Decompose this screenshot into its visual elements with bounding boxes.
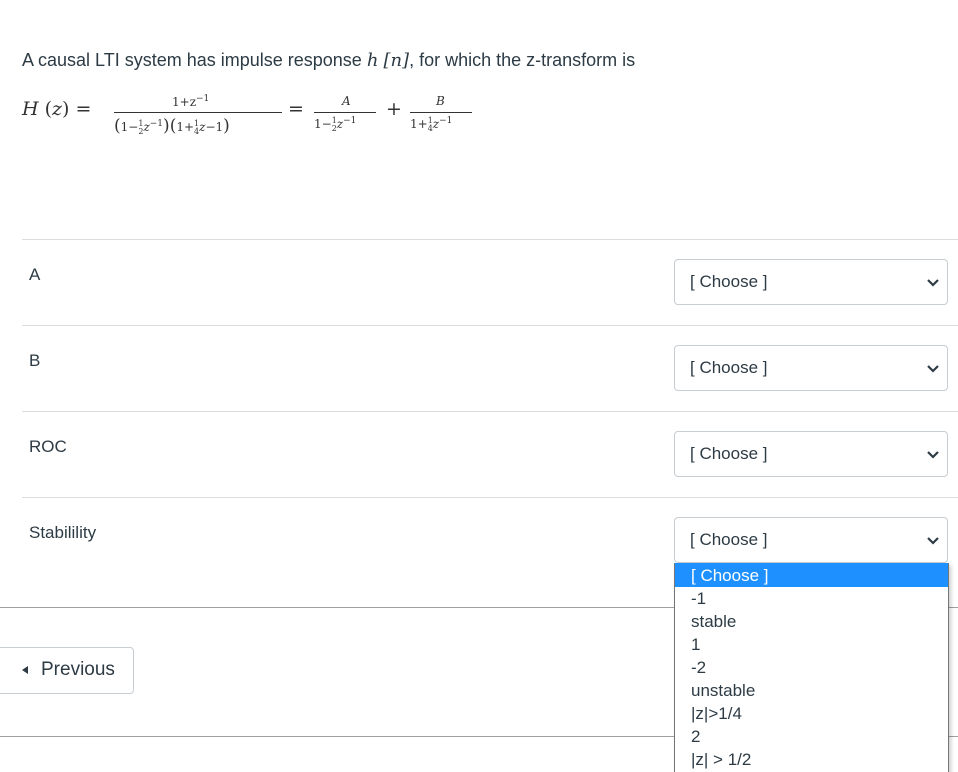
select-value: [ Choose ] (690, 272, 768, 291)
fraction-bar-B (410, 112, 472, 113)
stability-dropdown-list[interactable]: [ Choose ] -1 stable 1 -2 unstable |z|>1… (674, 563, 949, 772)
row-label: A (29, 265, 41, 284)
transfer-function-equation: H (z) = 1+z−1 (1−1 2z−1)(1+1 4z−1) = A 1−1… (22, 90, 542, 150)
dropdown-option[interactable]: -2 (675, 656, 948, 679)
eq-denominator-B: 1+1 4z−1 (410, 115, 453, 133)
select-value: [ Choose ] (690, 444, 768, 463)
previous-button[interactable]: Previous (0, 647, 134, 694)
h-symbol: h (366, 50, 379, 71)
dropdown-option[interactable]: -1 (675, 587, 948, 610)
dropdown-option[interactable]: unstable (675, 679, 948, 702)
eq-numerator-1: 1+z−1 (172, 94, 210, 109)
dropdown-option[interactable]: 1 (675, 633, 948, 656)
eq-lhs: H (z) = (22, 98, 92, 120)
select-A[interactable]: [ Choose ] (674, 259, 948, 305)
select-value: [ Choose ] (690, 358, 768, 377)
row-label: ROC (29, 437, 67, 456)
row-divider (22, 411, 958, 412)
dropdown-option[interactable]: stable (675, 610, 948, 633)
question-prefix: A causal LTI system has impulse response (22, 50, 367, 70)
select-value: [ Choose ] (690, 530, 768, 549)
row-label: Stabilility (29, 523, 97, 542)
previous-label: Previous (41, 659, 115, 680)
dropdown-option[interactable]: |z| > 1/2 (675, 748, 948, 771)
eq-denominator-1: (1−1 2z−1)(1+1 4z−1) (114, 116, 230, 136)
row-divider (22, 239, 958, 240)
fraction-bar-A (314, 112, 376, 113)
fraction-bar-1 (114, 112, 282, 113)
row-divider (22, 325, 958, 326)
dropdown-option[interactable]: [ Choose ] (675, 564, 948, 587)
chevron-down-icon (927, 451, 939, 459)
dropdown-option[interactable]: 2 (675, 725, 948, 748)
eq-numerator-B: B (436, 94, 445, 108)
n-symbol: [n] (383, 50, 410, 71)
eq-denominator-A: 1−1 2z−1 (314, 115, 357, 133)
row-divider (22, 497, 958, 498)
eq-equals-2: = (288, 98, 304, 120)
chevron-down-icon (927, 537, 939, 545)
chevron-down-icon (927, 365, 939, 373)
select-ROC[interactable]: [ Choose ] (674, 431, 948, 477)
question-text: A causal LTI system has impulse response… (22, 50, 635, 71)
row-label: B (29, 351, 41, 370)
select-stability[interactable]: [ Choose ] (674, 517, 948, 563)
select-B[interactable]: [ Choose ] (674, 345, 948, 391)
dropdown-option[interactable]: |z|>1/4 (675, 702, 948, 725)
question-suffix: , for which the z-transform is (409, 50, 636, 70)
eq-plus: + (386, 98, 402, 120)
eq-numerator-A: A (342, 94, 351, 108)
chevron-down-icon (927, 279, 939, 287)
caret-left-icon (22, 666, 28, 674)
